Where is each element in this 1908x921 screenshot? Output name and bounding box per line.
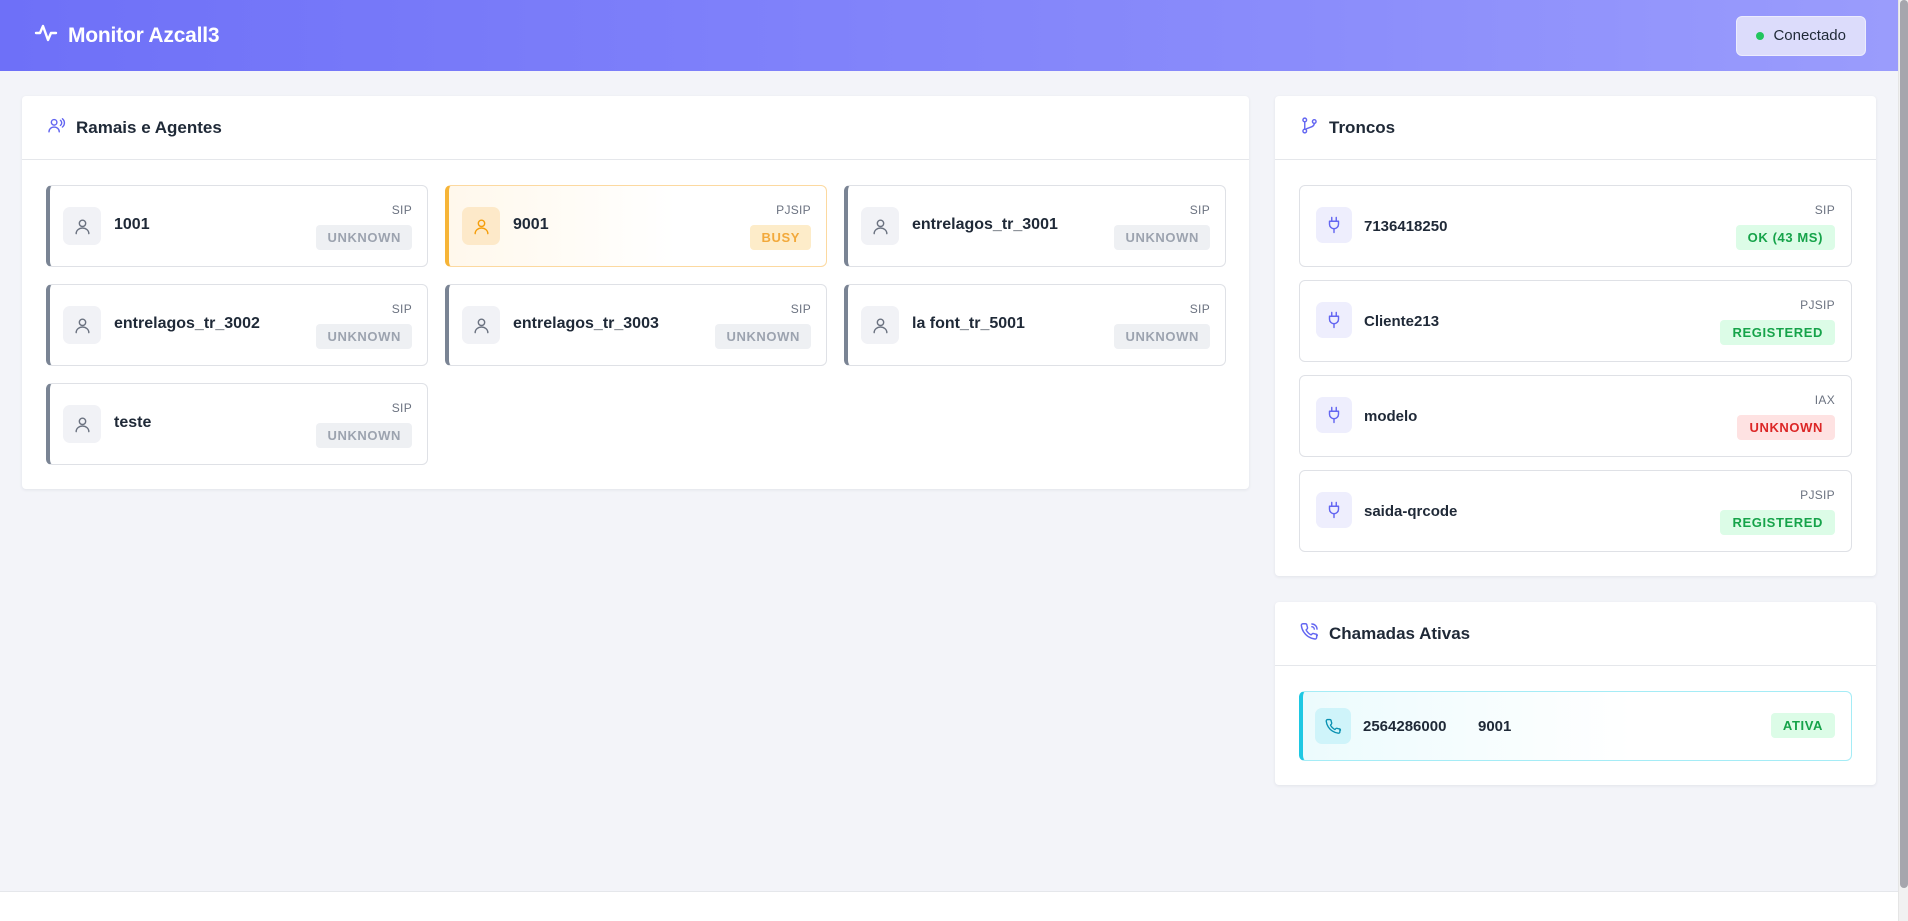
trunk-card[interactable]: modelo IAX UNKNOWN <box>1299 375 1852 457</box>
trunk-name: 7136418250 <box>1364 218 1448 235</box>
plug-icon <box>1316 492 1352 528</box>
extension-status-badge: UNKNOWN <box>715 324 811 349</box>
extensions-panel-header: Ramais e Agentes <box>22 96 1249 160</box>
extension-protocol: SIP <box>1189 302 1210 316</box>
extension-name: la font_tr_5001 <box>912 315 1025 332</box>
extension-status-badge: UNKNOWN <box>316 324 412 349</box>
trunk-card[interactable]: 7136418250 SIP OK (43 MS) <box>1299 185 1852 267</box>
trunk-protocol: SIP <box>1814 203 1835 217</box>
plug-icon <box>1316 207 1352 243</box>
extension-protocol: SIP <box>1189 203 1210 217</box>
activity-icon <box>34 21 58 50</box>
extension-name: teste <box>114 414 152 431</box>
active-calls-panel: Chamadas Ativas 2564286000 9001 ATIVA <box>1275 602 1876 785</box>
extension-status-badge: UNKNOWN <box>1114 225 1210 250</box>
scrollbar-thumb[interactable] <box>1900 0 1908 888</box>
extension-protocol: PJSIP <box>776 203 811 217</box>
trunk-protocol: IAX <box>1814 393 1835 407</box>
trunk-protocol: PJSIP <box>1800 488 1835 502</box>
trunk-name: saida-qrcode <box>1364 503 1458 520</box>
extension-card[interactable]: 1001 SIP UNKNOWN <box>46 185 428 267</box>
extension-name: 9001 <box>513 216 549 233</box>
extension-status-badge: UNKNOWN <box>316 225 412 250</box>
active-call-item[interactable]: 2564286000 9001 ATIVA <box>1299 691 1852 761</box>
page-footer <box>0 891 1898 921</box>
plug-icon <box>1316 302 1352 338</box>
top-header: Monitor Azcall3 Conectado <box>0 0 1898 71</box>
call-status-badge: ATIVA <box>1770 713 1835 738</box>
extension-protocol: SIP <box>391 203 412 217</box>
extension-protocol: SIP <box>391 401 412 415</box>
user-icon <box>63 405 101 443</box>
extension-name: entrelagos_tr_3003 <box>513 315 659 332</box>
extension-status-badge: BUSY <box>750 225 811 250</box>
phone-call-icon <box>1300 622 1319 646</box>
active-calls-panel-title: Chamadas Ativas <box>1329 623 1471 643</box>
extension-status-badge: UNKNOWN <box>1114 324 1210 349</box>
brand: Monitor Azcall3 <box>34 21 220 50</box>
user-icon <box>63 207 101 245</box>
extension-protocol: SIP <box>790 302 811 316</box>
connection-status-label: Conectado <box>1773 27 1846 44</box>
extensions-panel-title: Ramais e Agentes <box>76 117 222 137</box>
extension-status-badge: UNKNOWN <box>316 423 412 448</box>
call-destination: 9001 <box>1478 718 1512 735</box>
call-caller-number: 2564286000 <box>1363 718 1447 735</box>
phone-icon <box>1315 708 1351 744</box>
connection-status-button[interactable]: Conectado <box>1736 15 1866 56</box>
extension-name: entrelagos_tr_3001 <box>912 216 1058 233</box>
agents-icon <box>47 116 66 140</box>
trunk-status-badge: REGISTERED <box>1720 510 1835 535</box>
active-calls-panel-header: Chamadas Ativas <box>1275 602 1876 666</box>
trunks-panel: Troncos 7136418250 SIP OK (43 MS) Cliente21… <box>1275 96 1876 576</box>
trunk-status-badge: UNKNOWN <box>1737 415 1835 440</box>
git-branch-icon <box>1300 116 1319 140</box>
extension-protocol: SIP <box>391 302 412 316</box>
extension-card[interactable]: 9001 PJSIP BUSY <box>445 185 827 267</box>
app-title: Monitor Azcall3 <box>68 23 220 47</box>
plug-icon <box>1316 397 1352 433</box>
extension-card[interactable]: entrelagos_tr_3003 SIP UNKNOWN <box>445 284 827 366</box>
user-icon <box>861 207 899 245</box>
user-icon <box>63 306 101 344</box>
trunk-protocol: PJSIP <box>1800 298 1835 312</box>
user-icon <box>462 207 500 245</box>
trunk-status-badge: REGISTERED <box>1720 320 1835 345</box>
trunk-card[interactable]: saida-qrcode PJSIP REGISTERED <box>1299 470 1852 552</box>
trunk-name: Cliente213 <box>1364 313 1440 330</box>
trunk-status-badge: OK (43 MS) <box>1735 225 1835 250</box>
extensions-panel: Ramais e Agentes 1001 SIP UNKNOWN 9001 PJSIP… <box>22 96 1249 489</box>
extension-card[interactable]: teste SIP UNKNOWN <box>46 383 428 465</box>
trunks-panel-title: Troncos <box>1329 117 1396 137</box>
user-icon <box>462 306 500 344</box>
extension-name: 1001 <box>114 216 150 233</box>
extension-card[interactable]: entrelagos_tr_3001 SIP UNKNOWN <box>844 185 1226 267</box>
status-dot-icon <box>1756 31 1765 40</box>
extension-card[interactable]: entrelagos_tr_3002 SIP UNKNOWN <box>46 284 428 366</box>
trunk-name: modelo <box>1364 408 1418 425</box>
trunks-panel-header: Troncos <box>1275 96 1876 160</box>
extension-card[interactable]: la font_tr_5001 SIP UNKNOWN <box>844 284 1226 366</box>
page-scrollbar[interactable] <box>1898 0 1908 921</box>
trunk-card[interactable]: Cliente213 PJSIP REGISTERED <box>1299 280 1852 362</box>
user-icon <box>861 306 899 344</box>
extension-name: entrelagos_tr_3002 <box>114 315 260 332</box>
